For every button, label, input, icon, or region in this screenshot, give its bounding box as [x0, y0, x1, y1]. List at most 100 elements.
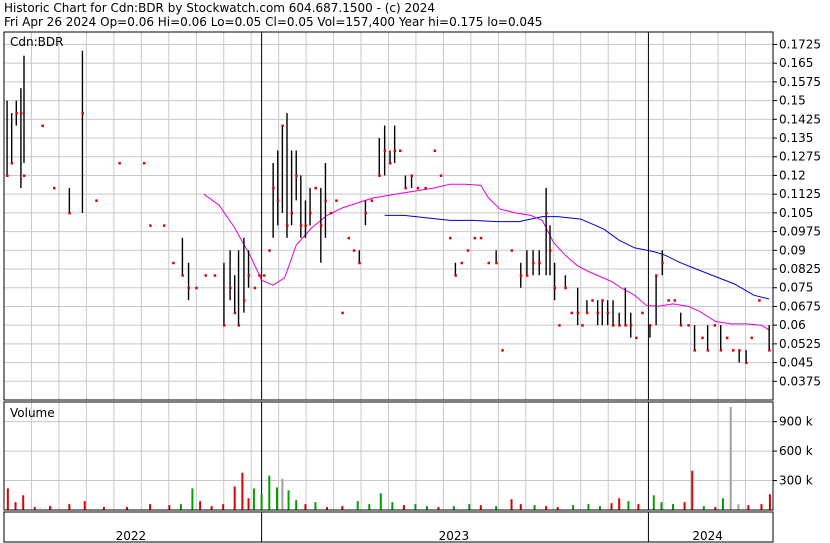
- volume-bar: [268, 475, 271, 510]
- close-marker: [655, 274, 658, 277]
- close-marker: [247, 274, 251, 277]
- price-tick-label: 0.1725: [779, 37, 821, 51]
- price-tick-label: 0.0525: [779, 337, 821, 351]
- volume-bar: [510, 499, 513, 510]
- volume-bar: [737, 504, 740, 510]
- year-label: 2023: [439, 529, 470, 543]
- close-marker: [195, 286, 198, 290]
- close-marker: [324, 199, 327, 202]
- close-marker: [95, 199, 98, 202]
- volume-bar: [495, 506, 498, 510]
- close-marker: [52, 186, 56, 190]
- volume-bar: [222, 504, 225, 510]
- close-marker: [329, 211, 333, 215]
- close-marker: [706, 349, 710, 352]
- volume-bar: [702, 506, 705, 510]
- volume-bar: [691, 470, 694, 510]
- volume-bar: [618, 498, 621, 510]
- close-marker: [525, 274, 529, 277]
- close-marker: [268, 249, 271, 252]
- close-marker: [532, 261, 535, 265]
- volume-bar: [722, 498, 725, 510]
- volume-tick-label: 600 k: [779, 444, 813, 458]
- volume-bar: [168, 505, 171, 510]
- close-marker: [750, 336, 753, 340]
- short-moving-average-line: [203, 183, 770, 331]
- close-marker: [495, 261, 498, 265]
- time-axis: 2022 2023 2024: [116, 529, 723, 543]
- volume-bar: [275, 487, 278, 510]
- volume-bar: [545, 506, 548, 510]
- volume-bar: [260, 494, 263, 510]
- price-tick-label: 0.1425: [779, 112, 821, 126]
- volume-grid: [4, 402, 773, 510]
- close-marker: [581, 324, 584, 327]
- volume-bar: [672, 504, 675, 510]
- volume-bar: [402, 505, 405, 510]
- close-marker: [725, 336, 729, 340]
- volume-bar: [83, 501, 86, 510]
- close-marker: [204, 274, 207, 277]
- volume-panel-label: Volume: [10, 406, 55, 420]
- volume-bar: [233, 486, 236, 510]
- close-marker: [142, 161, 146, 165]
- volume-bar: [519, 504, 522, 510]
- price-tick-label: 0.1125: [779, 187, 821, 201]
- price-tick-label: 0.045: [779, 356, 813, 370]
- close-marker: [242, 299, 246, 302]
- volume-bar: [587, 504, 590, 510]
- close-marker: [364, 211, 367, 215]
- volume-bar: [6, 488, 9, 510]
- year-dividers: [261, 32, 649, 542]
- volume-bar: [252, 488, 255, 510]
- volume-bar: [760, 504, 763, 510]
- volume-bar: [572, 505, 575, 510]
- close-marker: [222, 324, 226, 327]
- close-marker: [701, 336, 704, 340]
- close-marker: [601, 299, 604, 302]
- close-marker: [545, 211, 548, 215]
- volume-bar: [49, 506, 52, 510]
- volume-bar: [241, 472, 244, 510]
- close-marker: [187, 286, 191, 290]
- volume-bar: [452, 506, 455, 510]
- close-marker: [618, 324, 621, 327]
- close-marker: [433, 149, 437, 153]
- volume-bar: [747, 505, 750, 510]
- volume-bar: [191, 488, 194, 510]
- price-grid: [4, 32, 773, 400]
- close-marker: [370, 199, 374, 202]
- volume-bar: [210, 506, 213, 510]
- close-marker: [172, 261, 175, 265]
- volume-bar: [287, 490, 290, 510]
- close-marker: [519, 274, 523, 277]
- close-marker: [606, 311, 610, 315]
- volume-bar: [379, 493, 382, 510]
- price-axis: 0.1725 0.165 0.1575 0.15 0.1425 0.135 0.1275 0.…: [773, 37, 821, 388]
- volume-bar: [391, 502, 394, 510]
- year-label: 2024: [692, 529, 723, 543]
- close-marker: [341, 311, 344, 315]
- volume-bar: [414, 504, 417, 510]
- close-marker: [591, 299, 594, 302]
- volume-bar: [179, 504, 182, 510]
- volume-bar: [729, 406, 732, 510]
- close-marker: [347, 236, 351, 240]
- close-marker: [439, 174, 443, 177]
- close-marker: [768, 349, 771, 352]
- close-marker: [424, 186, 427, 190]
- close-marker: [272, 186, 275, 190]
- close-marker: [393, 149, 397, 153]
- close-marker: [738, 349, 741, 352]
- volume-bar: [610, 503, 613, 510]
- volume-bar: [314, 502, 317, 510]
- volume-bar: [660, 502, 663, 510]
- close-marker: [281, 124, 284, 128]
- close-marker: [558, 324, 561, 327]
- close-marker: [149, 224, 152, 227]
- close-marker: [319, 224, 323, 227]
- volume-bar: [637, 504, 640, 510]
- close-marker: [181, 274, 184, 277]
- price-tick-label: 0.165: [779, 56, 813, 70]
- volume-bar: [598, 506, 601, 510]
